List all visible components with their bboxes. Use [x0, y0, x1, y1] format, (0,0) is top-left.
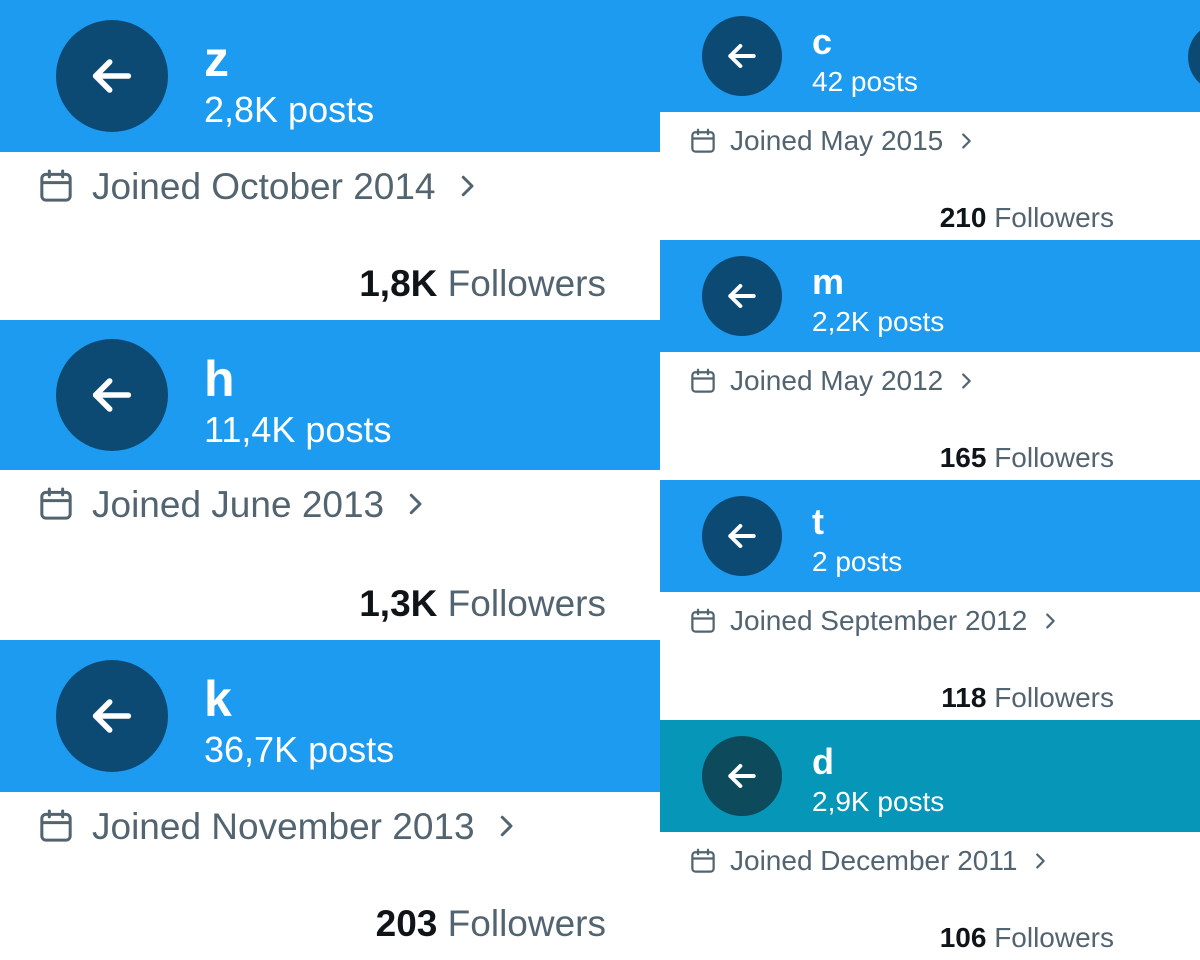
- profile-header: m 2,2K posts: [660, 240, 1200, 352]
- joined-text: Joined May 2012: [730, 365, 944, 396]
- arrow-left-icon: [722, 276, 762, 316]
- profile-name: t: [812, 501, 824, 542]
- profile-panel: h 11,4K posts Joined June 2013 1,3K Followe…: [0, 320, 660, 640]
- followers-count: 106: [939, 922, 987, 953]
- followers-link[interactable]: 118 Followers: [941, 684, 1114, 712]
- profile-panel: d 2,9K posts Joined December 2011 106 Follo…: [660, 720, 1200, 960]
- followers-label: Followers: [994, 682, 1114, 713]
- joined-text: Joined December 2011: [730, 845, 1018, 876]
- profile-name: z: [204, 31, 229, 87]
- calendar-icon: [36, 484, 76, 524]
- profile-header: k 36,7K posts: [0, 640, 660, 792]
- followers-label: Followers: [447, 263, 606, 304]
- profile-panel: c 42 posts Joined May 2015 210 Followers: [660, 0, 1200, 240]
- back-button[interactable]: [56, 20, 168, 132]
- followers-count: 210: [939, 202, 987, 233]
- profile-name: d: [812, 741, 834, 782]
- post-count: 42 posts: [812, 66, 918, 97]
- chevron-right-icon: [1029, 850, 1051, 872]
- calendar-icon: [688, 126, 718, 156]
- arrow-left-icon: [84, 48, 140, 104]
- back-button[interactable]: [56, 660, 168, 772]
- profile-panel: t 2 posts Joined September 2012 118 Followe…: [660, 480, 1200, 720]
- joined-date[interactable]: Joined September 2012: [688, 606, 1061, 636]
- chevron-right-icon: [452, 171, 482, 201]
- joined-text: Joined October 2014: [92, 165, 436, 207]
- followers-count: 203: [375, 903, 438, 944]
- arrow-left-icon: [722, 516, 762, 556]
- followers-link[interactable]: 165 Followers: [940, 444, 1114, 472]
- post-count: 2,9K posts: [812, 786, 945, 817]
- chevron-right-icon: [955, 130, 977, 152]
- profile-header: c 42 posts: [660, 0, 1200, 112]
- followers-count: 1,3K: [359, 583, 438, 624]
- profile-panel: z 2,8K posts Joined October 2014 1,8K Follo…: [0, 0, 660, 320]
- profile-header: t 2 posts: [660, 480, 1200, 592]
- profile-name: c: [812, 21, 833, 62]
- joined-text: Joined September 2012: [730, 605, 1028, 636]
- profile-name: k: [204, 671, 232, 727]
- chevron-right-icon: [400, 489, 430, 519]
- joined-date[interactable]: Joined May 2015: [688, 126, 977, 156]
- followers-link[interactable]: 1,3K Followers: [359, 585, 606, 622]
- arrow-left-icon: [84, 688, 140, 744]
- chevron-right-icon: [1039, 610, 1061, 632]
- joined-date[interactable]: Joined October 2014: [36, 166, 482, 206]
- calendar-icon: [688, 846, 718, 876]
- back-button[interactable]: [702, 736, 782, 816]
- chevron-right-icon: [955, 370, 977, 392]
- calendar-icon: [688, 606, 718, 636]
- arrow-left-icon: [84, 367, 140, 423]
- followers-link[interactable]: 210 Followers: [940, 204, 1114, 232]
- calendar-icon: [36, 806, 76, 846]
- followers-label: Followers: [994, 442, 1114, 473]
- back-button[interactable]: [56, 339, 168, 451]
- calendar-icon: [36, 166, 76, 206]
- followers-count: 1,8K: [359, 263, 438, 304]
- chevron-right-icon: [491, 811, 521, 841]
- profile-name: h: [204, 351, 235, 407]
- joined-text: Joined November 2013: [92, 805, 475, 847]
- profile-header: d 2,9K posts: [660, 720, 1200, 832]
- joined-date[interactable]: Joined June 2013: [36, 484, 430, 524]
- joined-text: Joined May 2015: [730, 125, 944, 156]
- calendar-icon: [688, 366, 718, 396]
- post-count: 36,7K posts: [204, 729, 395, 770]
- post-count: 2,8K posts: [204, 89, 375, 130]
- avatar[interactable]: [1188, 22, 1200, 92]
- post-count: 2 posts: [812, 546, 903, 577]
- joined-date[interactable]: Joined November 2013: [36, 806, 521, 846]
- followers-label: Followers: [447, 903, 606, 944]
- profile-name: m: [812, 261, 845, 302]
- profile-panel: k 36,7K posts Joined November 2013 203 Foll…: [0, 640, 660, 960]
- followers-count: 165: [939, 442, 987, 473]
- followers-label: Followers: [994, 202, 1114, 233]
- followers-link[interactable]: 203 Followers: [376, 905, 606, 942]
- joined-text: Joined June 2013: [92, 483, 385, 525]
- profile-header: z 2,8K posts: [0, 0, 660, 152]
- post-count: 2,2K posts: [812, 306, 945, 337]
- arrow-left-icon: [722, 36, 762, 76]
- profile-panel: m 2,2K posts Joined May 2012 165 Followers: [660, 240, 1200, 480]
- profile-header: h 11,4K posts: [0, 320, 660, 470]
- followers-label: Followers: [447, 583, 606, 624]
- joined-date[interactable]: Joined December 2011: [688, 846, 1051, 876]
- back-button[interactable]: [702, 496, 782, 576]
- followers-link[interactable]: 106 Followers: [940, 924, 1114, 952]
- arrow-left-icon: [722, 756, 762, 796]
- followers-count: 118: [941, 682, 987, 713]
- followers-link[interactable]: 1,8K Followers: [359, 265, 606, 302]
- back-button[interactable]: [702, 256, 782, 336]
- joined-date[interactable]: Joined May 2012: [688, 366, 977, 396]
- post-count: 11,4K posts: [204, 409, 392, 450]
- followers-label: Followers: [994, 922, 1114, 953]
- back-button[interactable]: [702, 16, 782, 96]
